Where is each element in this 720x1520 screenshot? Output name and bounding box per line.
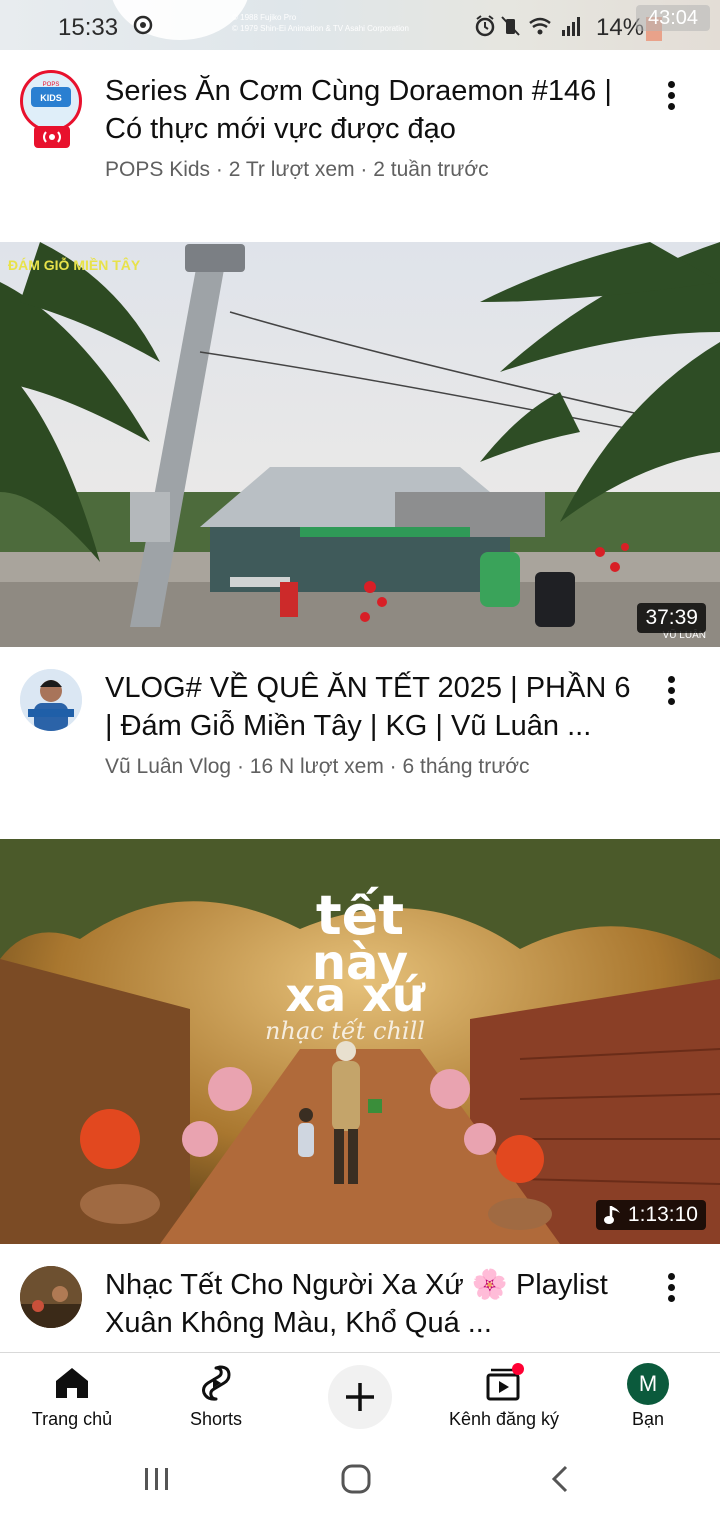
- alarm-icon: [475, 15, 495, 37]
- nav-label: Trang chủ: [31, 1409, 113, 1429]
- thumbnail-script-text: nhạc tết chill: [265, 1017, 425, 1045]
- nav-label: Shorts: [189, 1409, 243, 1429]
- video-thumbnail[interactable]: tết này xa xứ nhạc tết chill 1:13:10: [0, 839, 720, 1244]
- svg-text:KIDS: KIDS: [40, 93, 62, 103]
- separator-dot: ·: [236, 755, 250, 778]
- thumbnail-image: ĐÁM GIỖ MIỀN TÂY VŨ LUÂN: [0, 242, 720, 647]
- recent-apps-icon[interactable]: [142, 1464, 172, 1494]
- signal-icon: [562, 17, 580, 36]
- duration-badge: 1:13:10: [595, 1200, 706, 1230]
- separator-dot: ·: [215, 158, 229, 181]
- thumbnail-image: tết này xa xứ nhạc tết chill: [0, 839, 720, 1244]
- video-title[interactable]: Nhạc Tết Cho Người Xa Xứ 🌸 Playlist Xuân…: [105, 1266, 645, 1342]
- video-title[interactable]: VLOG# VỀ QUÊ ĂN TẾT 2025 | PHẦN 6 | Đám …: [105, 669, 645, 745]
- wifi-icon: [529, 17, 551, 35]
- status-bar: 15:33 © 1988 Fujiko Pro © 1979 Shin-Ei A…: [0, 0, 720, 50]
- subscriptions-icon: [486, 1363, 524, 1401]
- video-item[interactable]: KIDS POPS Series Ăn Cơm Cùng Doraemon #1…: [0, 50, 720, 242]
- live-badge-icon: [34, 126, 70, 148]
- separator-dot: ·: [360, 158, 374, 181]
- nav-label: Bạn: [631, 1409, 665, 1429]
- avatar-image: [20, 669, 82, 731]
- upload-age: 6 tháng trước: [402, 755, 530, 778]
- video-item[interactable]: Nhạc Tết Cho Người Xa Xứ 🌸 Playlist Xuân…: [0, 1244, 720, 1352]
- pops-kids-logo: KIDS POPS: [31, 82, 71, 107]
- home-system-icon[interactable]: [340, 1463, 372, 1495]
- upload-age: 2 tuần trước: [373, 158, 489, 181]
- separator-dot: ·: [389, 755, 403, 778]
- more-options-button[interactable]: [658, 673, 684, 707]
- more-options-button[interactable]: [658, 1270, 684, 1304]
- video-item[interactable]: VLOG# VỀ QUÊ ĂN TẾT 2025 | PHẦN 6 | Đám …: [0, 647, 720, 839]
- channel-name[interactable]: POPS Kids: [105, 158, 210, 181]
- overlay-timer: 43:04: [636, 5, 710, 31]
- video-title[interactable]: Series Ăn Cơm Cùng Doraemon #146 | Có th…: [105, 72, 645, 148]
- create-plus-icon: [346, 1383, 374, 1411]
- channel-avatar[interactable]: KIDS POPS: [20, 70, 82, 132]
- video-thumbnail[interactable]: ĐÁM GIỖ MIỀN TÂY VŨ LUÂN 37:39: [0, 242, 720, 647]
- channel-avatar[interactable]: [20, 669, 82, 731]
- account-avatar: M: [627, 1363, 669, 1405]
- svg-text:POPS: POPS: [43, 82, 60, 88]
- video-metadata: POPS Kids · 2 Tr lượt xem · 2 tuần trước: [105, 158, 489, 182]
- thumbnail-overlay-text: ĐÁM GIỖ MIỀN TÂY: [8, 256, 141, 273]
- notification-dot-icon: [512, 1363, 524, 1375]
- music-note-icon: [603, 1206, 620, 1224]
- duration-badge: 37:39: [637, 603, 706, 633]
- view-count: 2 Tr lượt xem: [228, 158, 355, 181]
- create-button[interactable]: [328, 1365, 392, 1429]
- channel-avatar[interactable]: [20, 1266, 82, 1328]
- dot-icon: [667, 676, 675, 683]
- bottom-navigation: Trang chủ Shorts Kênh đăng ký M Bạn: [0, 1352, 720, 1443]
- back-icon[interactable]: [546, 1463, 576, 1495]
- nav-subscriptions[interactable]: Kênh đăng ký: [432, 1353, 576, 1443]
- avatar-image: [20, 1266, 82, 1328]
- dot-icon: [667, 81, 675, 88]
- view-count: 16 N lượt xem: [249, 755, 384, 778]
- wallpaper-copyright: © 1988 Fujiko Pro © 1979 Shin-Ei Animati…: [232, 13, 409, 33]
- system-navigation-bar: [0, 1442, 720, 1520]
- thumbnail-text: xa xứ: [285, 968, 425, 1022]
- channel-name[interactable]: Vũ Luân Vlog: [105, 755, 231, 778]
- wallpaper-decoration: [110, 0, 250, 40]
- status-time: 15:33: [58, 14, 119, 41]
- system-status-icons: [475, 15, 580, 37]
- nav-shorts[interactable]: Shorts: [156, 1353, 276, 1443]
- nav-label: Kênh đăng ký: [448, 1409, 560, 1429]
- vibrate-mute-icon: [501, 16, 520, 36]
- nav-you[interactable]: M Bạn: [588, 1353, 708, 1443]
- dot-icon: [667, 1273, 675, 1280]
- sync-icon: [133, 15, 153, 35]
- home-icon: [56, 1368, 88, 1398]
- video-metadata: Vũ Luân Vlog · 16 N lượt xem · 6 tháng t…: [105, 755, 530, 779]
- shorts-icon: [202, 1365, 231, 1401]
- nav-home[interactable]: Trang chủ: [12, 1353, 132, 1443]
- more-options-button[interactable]: [658, 78, 684, 112]
